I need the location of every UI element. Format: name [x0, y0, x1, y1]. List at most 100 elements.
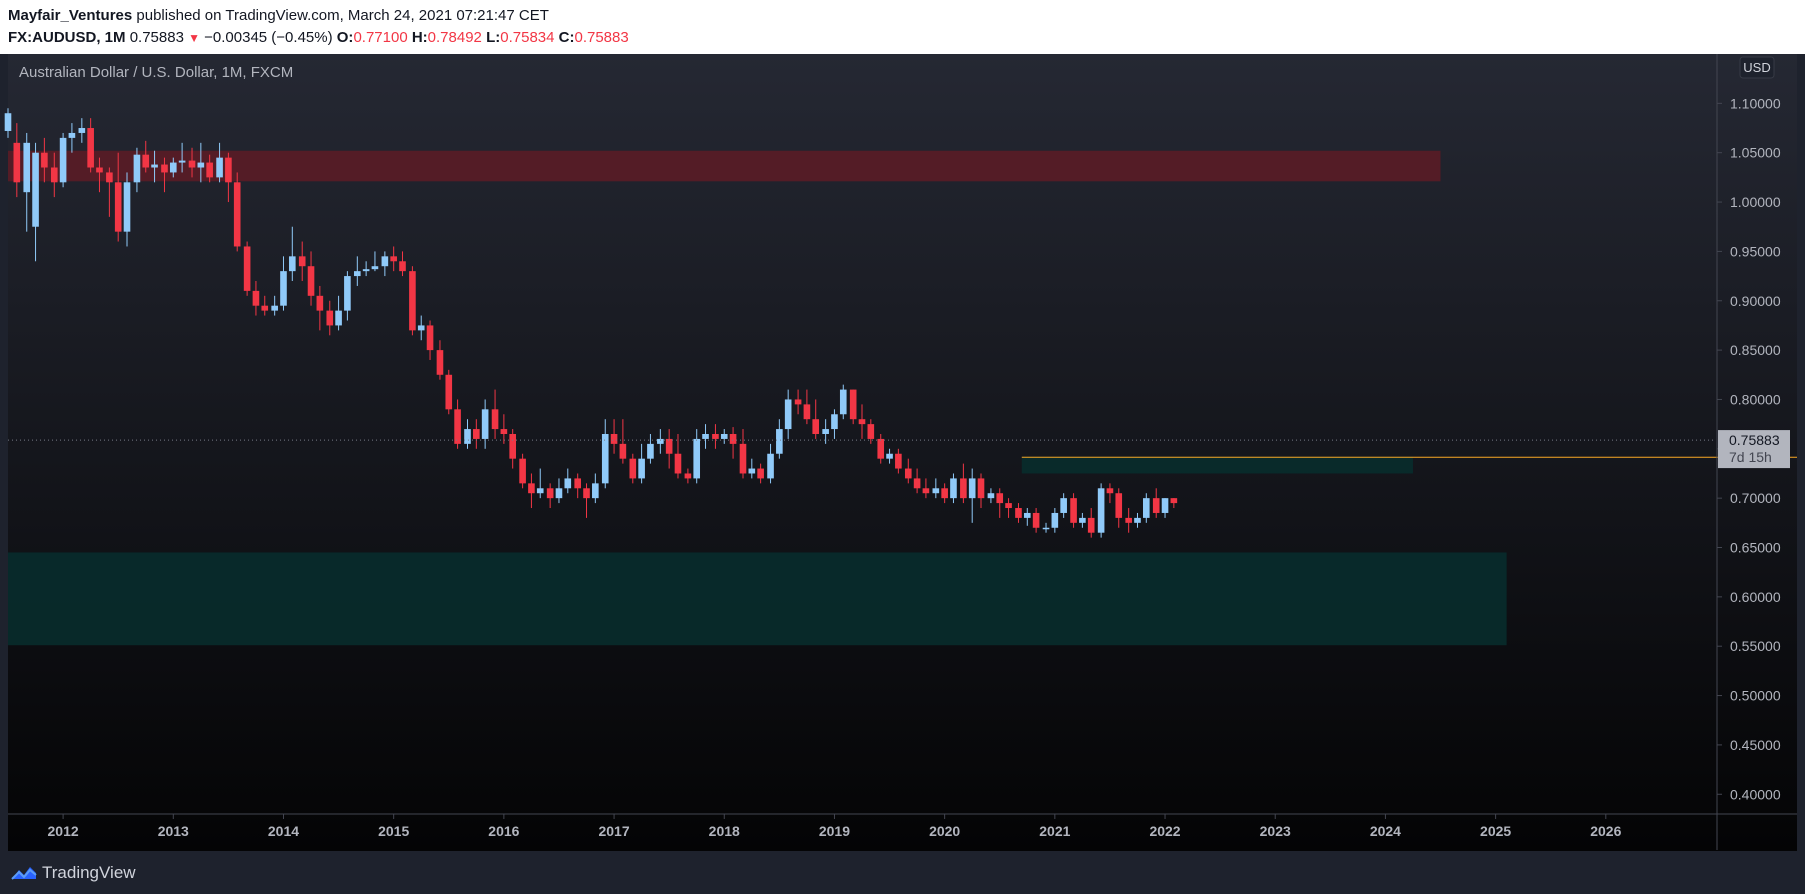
- candle-body-127: [1170, 498, 1178, 504]
- candle-body-37: [344, 276, 351, 311]
- candle-body-44: [409, 271, 416, 331]
- candle-body-51: [473, 429, 480, 439]
- candle-body-34: [316, 295, 324, 311]
- candle-body-9: [87, 128, 94, 168]
- candle-body-22: [206, 162, 213, 178]
- price-chart[interactable]: 0.40000 0.45000 0.50000 0.55000 0.60000 0.650…: [0, 54, 1805, 851]
- y-tick-label-10: 0.90000: [1730, 293, 1781, 309]
- y-tick-label-14: 1.10000: [1730, 95, 1781, 111]
- candle-body-76: [702, 434, 709, 439]
- low-value: 0.75834: [500, 29, 555, 46]
- candle-body-120: [1106, 488, 1114, 494]
- candle-body-121: [1115, 493, 1123, 518]
- brand-name: TradingView: [42, 863, 136, 882]
- candle-body-82: [757, 468, 764, 479]
- candle-body-83: [767, 453, 774, 479]
- x-tick-label-4: 2016: [488, 823, 519, 839]
- candle-body-23: [216, 157, 223, 178]
- candle-body-81: [748, 468, 756, 474]
- candle-body-75: [693, 438, 701, 479]
- candle-body-30: [280, 271, 287, 306]
- y-tick-label-0: 0.40000: [1730, 786, 1781, 802]
- author-line: Mayfair_Ventures published on TradingVie…: [8, 7, 549, 24]
- current-price-label: 0.75883: [1729, 432, 1780, 448]
- author-name[interactable]: Mayfair_Ventures: [8, 7, 132, 24]
- symbol-label: FX:AUDUSD, 1M: [8, 29, 126, 46]
- candle-body-46: [426, 325, 434, 351]
- candle-body-4: [41, 152, 48, 168]
- candle-body-88: [812, 419, 820, 434]
- candle-body-12: [114, 182, 122, 232]
- candle-body-117: [1079, 517, 1086, 523]
- candle-body-89: [822, 429, 829, 434]
- candle-body-97: [895, 453, 902, 469]
- y-tick-label-3: 0.55000: [1730, 638, 1781, 654]
- x-tick-label-8: 2020: [929, 823, 960, 839]
- candle-body-0: [4, 113, 12, 131]
- y-tick-label-6: 0.70000: [1730, 490, 1781, 506]
- candle-body-10: [96, 167, 103, 173]
- candle-body-20: [188, 160, 196, 168]
- candle-body-111: [1023, 512, 1031, 518]
- high-value: 0.78492: [427, 29, 482, 46]
- candle-body-24: [225, 157, 232, 183]
- candle-body-52: [481, 409, 489, 439]
- candle-body-49: [454, 409, 461, 444]
- y-tick-label-5: 0.65000: [1730, 540, 1781, 556]
- candle-body-86: [794, 399, 802, 405]
- candle-body-95: [877, 438, 885, 459]
- x-tick-label-2: 2014: [268, 823, 299, 839]
- candle-body-70: [647, 443, 654, 459]
- x-tick-label-11: 2023: [1260, 823, 1291, 839]
- candle-body-116: [1070, 498, 1077, 523]
- candle-body-124: [1142, 498, 1150, 518]
- candle-body-72: [665, 438, 673, 454]
- candle-body-36: [335, 310, 342, 326]
- candle-body-6: [59, 137, 67, 183]
- candle-body-1: [13, 142, 21, 183]
- candle-body-61: [564, 478, 572, 489]
- candle-body-105: [968, 478, 976, 499]
- x-tick-label-12: 2024: [1370, 823, 1401, 839]
- candle-body-15: [142, 154, 150, 168]
- y-tick-label-2: 0.50000: [1730, 688, 1781, 704]
- x-tick-label-3: 2015: [378, 823, 409, 839]
- candle-body-113: [1042, 527, 1050, 530]
- candle-body-126: [1161, 498, 1169, 513]
- y-tick-label-11: 0.95000: [1730, 243, 1781, 259]
- candle-body-92: [849, 389, 857, 420]
- footer-bar: TradingView: [0, 851, 1805, 894]
- x-tick-label-0: 2012: [48, 823, 79, 839]
- candle-body-87: [803, 404, 811, 420]
- candle-body-98: [904, 468, 912, 479]
- candle-body-101: [932, 488, 940, 494]
- candle-body-118: [1087, 517, 1095, 533]
- candle-body-90: [831, 414, 838, 430]
- y-tick-label-12: 1.00000: [1730, 194, 1781, 210]
- candle-body-2: [23, 142, 31, 193]
- candle-body-48: [445, 374, 453, 410]
- candle-body-78: [720, 434, 728, 439]
- candle-body-93: [858, 419, 866, 425]
- candle-body-103: [950, 478, 957, 499]
- candle-body-28: [261, 305, 269, 311]
- price-change: −0.00345 (−0.45%): [204, 29, 333, 46]
- y-tick-label-4: 0.60000: [1730, 589, 1781, 605]
- candle-body-109: [1005, 503, 1012, 509]
- ohlc-line: FX:AUDUSD, 1M 0.75883 ▼ −0.00345 (−0.45%…: [8, 29, 629, 46]
- candle-body-99: [913, 478, 921, 489]
- candle-body-35: [326, 310, 334, 326]
- candle-body-25: [233, 182, 241, 247]
- time-axis[interactable]: 2012 2013 2014 2015 2016 2017 2018 2019 2020 2021…: [48, 814, 1622, 839]
- candle-body-115: [1060, 498, 1067, 513]
- candle-body-119: [1097, 488, 1105, 533]
- candle-body-62: [574, 478, 582, 489]
- candle-body-84: [776, 429, 783, 454]
- published-info: published on TradingView.com, March 24, …: [136, 7, 549, 24]
- candle-body-74: [684, 473, 692, 479]
- candle-body-102: [941, 488, 948, 499]
- candle-body-39: [362, 269, 370, 272]
- countdown-label: 7d 15h: [1729, 449, 1772, 465]
- high-label: H:: [411, 29, 428, 46]
- tradingview-logo[interactable]: TradingView: [10, 861, 1805, 885]
